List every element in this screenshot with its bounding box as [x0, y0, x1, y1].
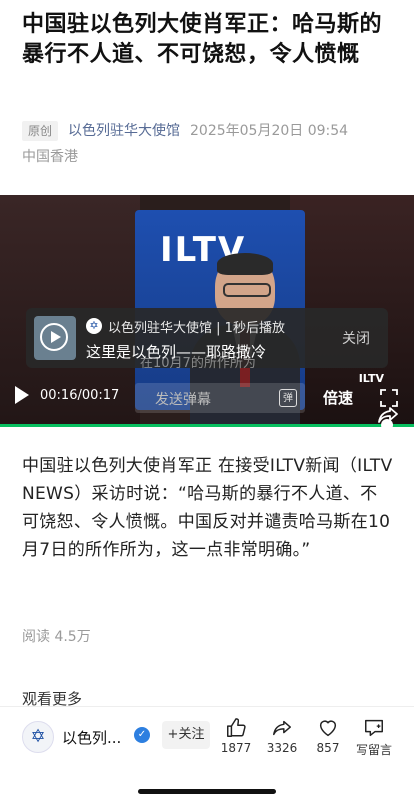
verified-icon: ✓ [134, 727, 150, 743]
favorite-count: 857 [316, 741, 340, 755]
favorite-action[interactable]: 857 [306, 717, 350, 755]
comment-action[interactable]: 写留言 [352, 717, 396, 758]
danmu-placeholder: 发送弹幕 [155, 392, 211, 408]
account-link[interactable]: 以色列驻华大使馆 [68, 123, 180, 139]
like-count: 1877 [220, 741, 252, 755]
speed-button[interactable]: 倍速 [323, 387, 353, 408]
original-badge: 原创 [22, 121, 59, 141]
video-controls: 00:16/00:17 发送弹幕 弹 倍速 [0, 380, 414, 416]
article-body: 中国驻以色列大使肖军正 在接受ILTV新闻（ILTV NEWS）采访时说：“哈马… [22, 456, 393, 560]
video-progress-bar[interactable] [0, 424, 414, 427]
forward-icon [273, 720, 291, 736]
bottom-action-bar: ✡ 以色列... ✓ +关注 1877 3326 857 写留言 [0, 706, 414, 801]
danmu-input[interactable]: 发送弹幕 弹 [135, 383, 305, 413]
danmu-toggle-icon[interactable]: 弹 [279, 389, 297, 407]
read-count: 阅读 4.5万 [22, 629, 91, 645]
comment-icon [365, 719, 383, 737]
video-caption: 在10月7的所作所为 [140, 356, 256, 371]
fullscreen-icon[interactable] [380, 389, 398, 407]
comment-label: 写留言 [355, 743, 392, 757]
progress-knob[interactable] [381, 419, 393, 431]
video-time: 00:16/00:17 [40, 388, 120, 403]
bottom-account-name[interactable]: 以色列... [62, 727, 121, 748]
article-title: 中国驻以色列大使肖军正：哈马斯的暴行不人道、不可饶恕，令人愤慨 [22, 12, 383, 67]
article-meta: 原创 以色列驻华大使馆 2025年05月20日 09:54 中国香港 [22, 120, 402, 168]
heart-icon [319, 720, 337, 737]
play-circle-icon[interactable] [40, 323, 68, 351]
like-action[interactable]: 1877 [214, 717, 258, 755]
popup-account: 以色列驻华大使馆 | 1秒后播放 [108, 321, 285, 336]
publish-datetime: 2025年05月20日 09:54 [190, 123, 349, 139]
play-icon[interactable] [15, 386, 29, 404]
popup-close-button[interactable]: 关闭 [342, 328, 370, 348]
publish-location: 中国香港 [22, 149, 78, 165]
account-avatar[interactable]: ✡ [22, 721, 54, 753]
star-of-david-icon: ✡ [86, 318, 102, 334]
follow-button[interactable]: +关注 [162, 721, 210, 749]
share-count: 3326 [266, 741, 298, 755]
thumbs-up-icon [227, 718, 246, 737]
share-action[interactable]: 3326 [260, 717, 304, 755]
home-indicator [138, 789, 276, 794]
